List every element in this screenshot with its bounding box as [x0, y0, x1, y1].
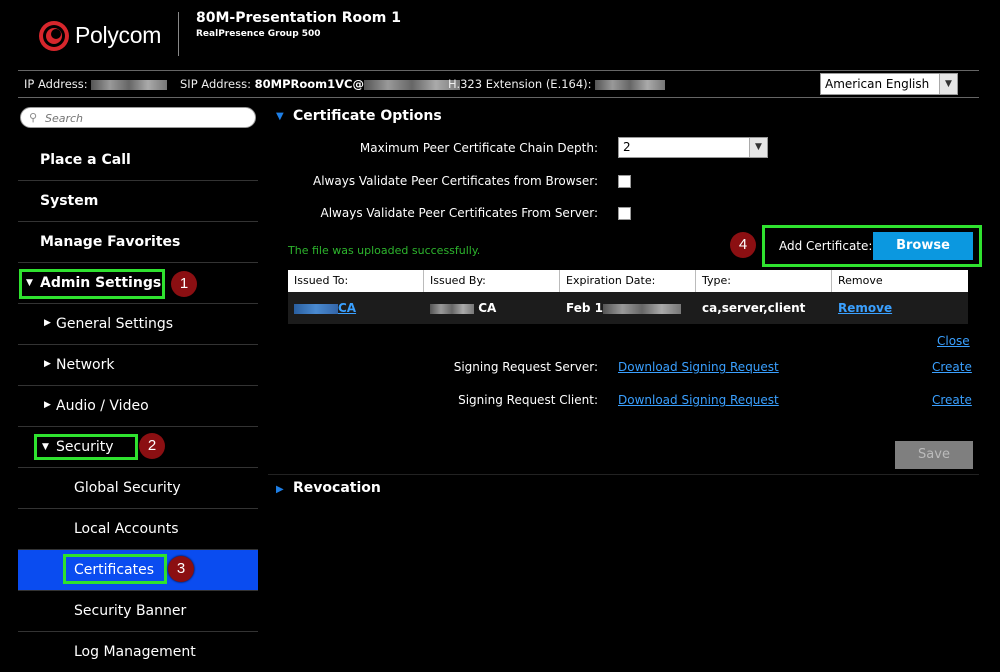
create-server-link[interactable]: Create — [932, 360, 972, 374]
sidebar-item-local-accounts[interactable]: Local Accounts — [18, 509, 258, 550]
sidebar: ⚲ Place a Call System Manage Favorites ▼… — [18, 98, 258, 672]
issued-to-link[interactable]: CA — [338, 301, 356, 315]
validate-browser-checkbox[interactable] — [618, 175, 631, 188]
sidebar-item-label: Audio / Video — [56, 398, 149, 414]
sip-redacted — [363, 79, 460, 90]
sidebar-item-label: Security Banner — [74, 603, 187, 619]
sidebar-item-place-a-call[interactable]: Place a Call — [18, 140, 258, 181]
chevron-down-icon[interactable]: ▼ — [939, 74, 957, 94]
caret-right-icon[interactable]: ▶ — [276, 484, 284, 495]
add-certificate-label: Add Certificate: — [779, 239, 873, 253]
signing-client-label: Signing Request Client: — [458, 393, 598, 407]
column-issued-by: Issued By: — [424, 270, 560, 292]
sidebar-item-label: Log Management — [74, 644, 196, 660]
sidebar-item-system[interactable]: System — [18, 181, 258, 222]
sidebar-item-log-management[interactable]: Log Management — [18, 632, 258, 672]
highlight-admin-settings — [19, 269, 165, 299]
caret-right-icon: ▶ — [44, 400, 51, 410]
h323-redacted — [595, 79, 666, 90]
ip-redacted — [91, 79, 168, 90]
create-client-link[interactable]: Create — [932, 393, 972, 407]
expiration-value: Feb 1 — [566, 301, 603, 315]
sidebar-item-global-security[interactable]: Global Security — [18, 468, 258, 509]
model-name: RealPresence Group 500 — [196, 29, 321, 39]
download-signing-client-link[interactable]: Download Signing Request — [618, 393, 779, 407]
chain-depth-select[interactable]: 2 ▼ — [618, 137, 768, 158]
search-icon: ⚲ — [29, 111, 38, 124]
table-header: Issued To: Issued By: Expiration Date: T… — [288, 270, 968, 292]
issued-by-value: CA — [478, 301, 497, 315]
callout-3: 3 — [168, 556, 194, 582]
sidebar-item-label: Place a Call — [40, 152, 131, 168]
remove-link[interactable]: Remove — [838, 301, 892, 315]
info-bar: IP Address: SIP Address: 80MPRoom1VC@ H.… — [18, 70, 979, 98]
callout-1: 1 — [171, 271, 197, 297]
caret-right-icon: ▶ — [44, 318, 51, 328]
browse-button[interactable]: Browse — [873, 232, 973, 260]
sidebar-item-label: Network — [56, 357, 115, 373]
issued-to-redacted — [294, 303, 338, 314]
chain-depth-value: 2 — [623, 140, 631, 154]
section-certificate-options[interactable]: Certificate Options — [293, 108, 442, 124]
sidebar-item-label: Local Accounts — [74, 521, 179, 537]
sidebar-item-security-banner[interactable]: Security Banner — [18, 591, 258, 632]
validate-browser-label: Always Validate Peer Certificates from B… — [313, 174, 598, 188]
search-box[interactable]: ⚲ — [20, 107, 256, 128]
issued-by-cell: CA — [430, 301, 496, 315]
h323-extension: H.323 Extension (E.164): — [448, 77, 666, 91]
issued-by-redacted — [430, 303, 474, 314]
close-link[interactable]: Close — [937, 334, 970, 348]
ip-label: IP Address: — [24, 77, 88, 91]
sidebar-item-manage-favorites[interactable]: Manage Favorites — [18, 222, 258, 263]
section-divider — [268, 474, 979, 475]
room-name: 80M-Presentation Room 1 — [196, 10, 401, 26]
sidebar-item-general-settings[interactable]: ▶ General Settings — [18, 304, 258, 345]
save-button[interactable]: Save — [895, 441, 973, 469]
table-row: CA CA Feb 1 ca,server,client Remove — [288, 292, 968, 324]
sip-address: SIP Address: 80MPRoom1VC@ — [180, 77, 460, 91]
upload-success-message: The file was uploaded successfully. — [288, 244, 481, 257]
language-select[interactable]: American English ▼ — [820, 73, 958, 95]
sidebar-item-audio-video[interactable]: ▶ Audio / Video — [18, 386, 258, 427]
highlight-security — [34, 434, 138, 460]
callout-2: 2 — [139, 433, 165, 459]
type-value: ca,server,client — [702, 301, 806, 315]
expiration-cell: Feb 1 — [566, 301, 681, 315]
expiration-redacted — [602, 303, 681, 314]
caret-down-icon[interactable]: ▼ — [276, 111, 284, 122]
language-value: American English — [825, 77, 930, 91]
column-issued-to: Issued To: — [288, 270, 424, 292]
sidebar-item-label: General Settings — [56, 316, 174, 332]
ip-address: IP Address: — [24, 77, 168, 91]
header-divider — [178, 12, 179, 56]
column-remove: Remove — [838, 274, 883, 287]
app-header: Polycom 80M-Presentation Room 1 RealPres… — [0, 0, 1000, 70]
sidebar-item-label: Manage Favorites — [40, 234, 181, 250]
validate-server-checkbox[interactable] — [618, 207, 631, 220]
sidebar-item-label: System — [40, 193, 99, 209]
chevron-down-icon[interactable]: ▼ — [749, 138, 767, 157]
validate-server-label: Always Validate Peer Certificates From S… — [320, 206, 599, 220]
sidebar-item-network[interactable]: ▶ Network — [18, 345, 258, 386]
signing-server-label: Signing Request Server: — [453, 360, 598, 374]
highlight-certificates — [63, 554, 167, 584]
chain-depth-label: Maximum Peer Certificate Chain Depth: — [359, 141, 598, 155]
h323-label: H.323 Extension (E.164): — [448, 77, 592, 91]
section-revocation[interactable]: Revocation — [293, 480, 381, 496]
caret-right-icon: ▶ — [44, 359, 51, 369]
sip-label: SIP Address: — [180, 77, 251, 91]
main-content: ▼ Certificate Options Maximum Peer Certi… — [268, 98, 982, 672]
column-expiration-date: Expiration Date: — [560, 270, 696, 292]
download-signing-server-link[interactable]: Download Signing Request — [618, 360, 779, 374]
polycom-logo-icon — [39, 21, 69, 51]
sip-value: 80MPRoom1VC@ — [254, 77, 364, 91]
callout-4: 4 — [730, 232, 756, 258]
add-certificate-box: Add Certificate: Browse — [762, 225, 982, 267]
brand-name: Polycom — [75, 22, 162, 48]
search-input[interactable] — [45, 110, 245, 126]
column-type: Type: — [696, 270, 832, 292]
issued-to-cell: CA — [294, 301, 356, 315]
sidebar-item-label: Global Security — [74, 480, 181, 496]
